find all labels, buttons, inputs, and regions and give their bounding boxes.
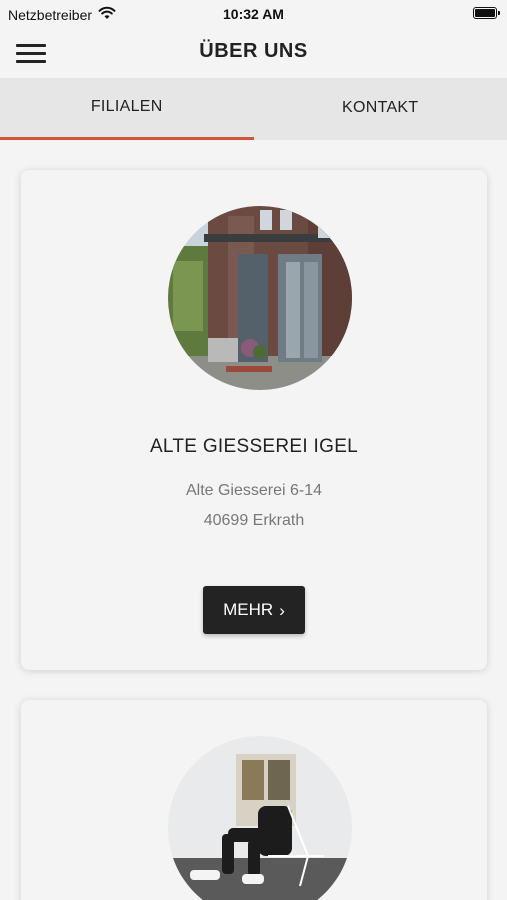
battery-icon [473, 7, 500, 19]
clock: 10:32 AM [223, 6, 284, 22]
screen: Netzbetreiber 10:32 AM ÜBER UNS FILIALEN… [0, 0, 507, 900]
status-bar: Netzbetreiber 10:32 AM [0, 0, 507, 28]
tab-bar: FILIALEN KONTAKT [0, 78, 507, 140]
tab-filialen[interactable]: FILIALEN [0, 78, 254, 140]
store-photo [168, 206, 352, 390]
more-button[interactable]: MEHR › [203, 586, 305, 634]
branch-card: ALTE GIESSEREI IGEL Alte Giesserei 6-14 … [21, 170, 487, 670]
chevron-right-icon: › [279, 600, 285, 620]
store-photo [168, 736, 352, 900]
branch-city: 40699 Erkrath [203, 512, 305, 529]
page-title: ÜBER UNS [199, 40, 308, 62]
navigation-bar: ÜBER UNS [0, 28, 507, 78]
tab-label: KONTAKT [342, 99, 419, 116]
branch-card [21, 700, 487, 900]
tab-label: FILIALEN [90, 98, 163, 115]
more-button-label: MEHR [223, 600, 274, 619]
branch-name: ALTE GIESSEREI IGEL [149, 436, 359, 457]
tab-kontakt[interactable]: KONTAKT [254, 78, 507, 140]
branch-street: Alte Giesserei 6-14 [185, 482, 323, 499]
